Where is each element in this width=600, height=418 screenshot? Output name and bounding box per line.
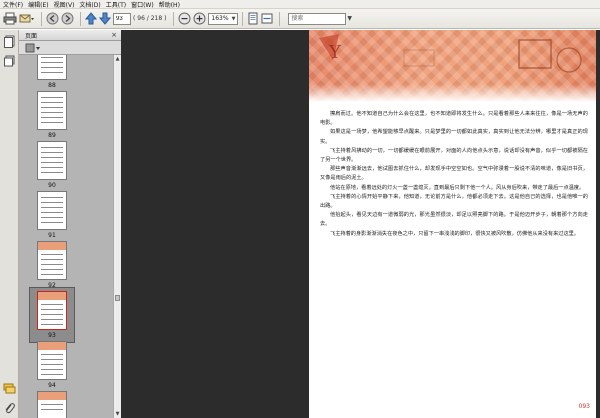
- next-page-button[interactable]: [99, 12, 111, 26]
- thumbnail-list: 88 89 90 91 92 93 94: [19, 55, 113, 418]
- search-options-chevron-icon[interactable]: ▼: [347, 15, 352, 22]
- comments-panel-button[interactable]: [3, 382, 16, 395]
- page-number-input[interactable]: [113, 12, 131, 25]
- email-button[interactable]: [19, 12, 35, 26]
- banner-fade: [309, 84, 596, 102]
- pdf-reader-window: 文件(F) 编辑(E) 视图(V) 文档(D) 工具(T) 窗口(W) 帮助(H…: [0, 0, 600, 418]
- thumbnail-image: [37, 341, 67, 380]
- pages-panel-toolbar: [19, 41, 121, 55]
- paragraph: 飞主持着风拂动的一切，一切都缓缓在眼前展开，对面的人向他点头示意，说话却没有声音…: [320, 147, 588, 164]
- thumbnail-label: 89: [48, 132, 56, 139]
- page-count-label: ( 96 / 218 ): [133, 15, 167, 22]
- paragraph: 他站在原地，看着远处的灯火一盏一盏熄灭，直到最后只剩下他一个人。风从身后吹来，带…: [330, 184, 585, 191]
- zoom-select[interactable]: 163% ▼: [208, 12, 239, 25]
- thumbnail-label: 88: [48, 82, 56, 89]
- pages-icon: [4, 35, 15, 48]
- toolbar-separator: [173, 11, 175, 26]
- zoom-out-button[interactable]: [178, 12, 191, 26]
- page-header-artwork: Y: [309, 30, 596, 102]
- toolbar-separator: [41, 11, 42, 26]
- arrow-up-icon: [85, 12, 97, 25]
- paperclip-icon: [5, 403, 15, 414]
- arrow-right-circle-icon: [61, 12, 74, 25]
- menu-bar: 文件(F) 编辑(E) 视图(V) 文档(D) 工具(T) 窗口(W) 帮助(H…: [0, 0, 600, 9]
- thumbnail-image: [37, 241, 67, 280]
- menu-document[interactable]: 文档(D): [79, 0, 100, 9]
- menu-edit[interactable]: 编辑(E): [28, 0, 48, 9]
- page-text-body: 擦肩而过。他不知道自己为什么会在这里，也不知道即将发生什么。只是看着那些人来来往…: [320, 110, 588, 239]
- thumbnail-label: 90: [48, 182, 56, 189]
- menu-view[interactable]: 视图(V): [54, 0, 75, 9]
- email-icon: [19, 14, 34, 23]
- attachments-panel-button[interactable]: [3, 402, 16, 415]
- thumbnail-label: 93: [48, 332, 56, 339]
- fit-page-button[interactable]: [247, 12, 259, 26]
- menu-window[interactable]: 窗口(W): [131, 0, 154, 9]
- print-button[interactable]: [3, 12, 17, 26]
- pages-panel: 页面 × 88 89 90 91 92 93 94 ▲ ▼: [19, 30, 121, 418]
- paragraph: 那些声音渐渐远去，他试图去抓住什么，却发现手中空空如也。空气中弥漫着一股说不清的…: [320, 166, 588, 182]
- scroll-down-icon[interactable]: ▼: [114, 410, 121, 418]
- toolbar-separator: [242, 11, 244, 26]
- search-input[interactable]: [288, 12, 347, 25]
- thumbnail-label: 91: [48, 232, 56, 239]
- zoom-in-button[interactable]: [193, 12, 206, 26]
- thumbnail-scrollbar[interactable]: ▲ ▼: [113, 55, 121, 418]
- thumbnail-image: [37, 391, 67, 418]
- toolbar-separator: [80, 11, 81, 26]
- toolbar: ( 96 / 218 ) 163% ▼: [0, 9, 600, 29]
- layers-panel-button[interactable]: [3, 54, 16, 67]
- previous-page-button[interactable]: [85, 12, 97, 26]
- back-button[interactable]: [46, 12, 59, 26]
- menu-help[interactable]: 帮助(H): [159, 0, 180, 9]
- paragraph: 他抬起头，看见天边有一道微弱的光，那光虽然很淡，却足以照亮脚下的路。于是他迈开步…: [320, 212, 588, 228]
- paragraph: 如果这是一场梦，他希望能够早点醒来。只是梦里的一切都如此真实，真实到让他无法分辨…: [320, 129, 588, 145]
- page-number: 093: [578, 403, 590, 410]
- layers-icon: [4, 55, 15, 67]
- zoom-out-icon: [178, 12, 191, 25]
- arrow-down-icon: [99, 12, 111, 25]
- chevron-down-icon: ▼: [231, 15, 236, 22]
- pages-panel-header: 页面 ×: [19, 30, 121, 41]
- zoom-value: 163%: [211, 15, 229, 22]
- forward-button[interactable]: [61, 12, 74, 26]
- svg-text:Y: Y: [328, 42, 342, 63]
- menu-file[interactable]: 文件(F): [3, 0, 23, 9]
- fit-width-button[interactable]: [261, 12, 273, 26]
- thumbnail-label: 94: [48, 382, 56, 389]
- printer-icon: [3, 12, 17, 25]
- thumbnail-image: [37, 291, 67, 330]
- thumbnail-image: [37, 91, 67, 130]
- zoom-in-icon: [193, 12, 206, 25]
- navigation-rail: [0, 30, 19, 418]
- scrollbar-thumb[interactable]: [115, 295, 120, 301]
- close-icon[interactable]: ×: [111, 31, 117, 39]
- arrow-left-circle-icon: [46, 12, 59, 25]
- pages-panel-button[interactable]: [3, 35, 16, 48]
- thumbnail-image: [37, 191, 67, 230]
- paragraph: 飞主持着的身影渐渐消失在夜色之中，只留下一串浅浅的脚印，很快又被风吹散，仿佛他从…: [330, 230, 580, 237]
- scroll-up-icon[interactable]: ▲: [114, 55, 121, 63]
- paragraph: 飞主持着的心情开始平静下来，他知道，无论前方是什么，他都必须走下去。这是他自己的…: [320, 193, 588, 210]
- fit-width-icon: [261, 13, 273, 24]
- thumbnail-image: [37, 141, 67, 180]
- document-view[interactable]: Y 擦肩而过。他不知道自己为什么会在这里，也不知道即将发生什么。只是看着那些人来…: [121, 30, 600, 418]
- thumbnail-image: [37, 55, 67, 80]
- menu-tools[interactable]: 工具(T): [106, 0, 126, 9]
- comments-icon: [3, 383, 16, 394]
- fit-page-icon: [248, 12, 258, 25]
- document-page: Y 擦肩而过。他不知道自己为什么会在这里，也不知道即将发生什么。只是看着那些人来…: [309, 30, 596, 418]
- options-icon[interactable]: [25, 43, 41, 53]
- toolbar-separator: [279, 11, 281, 26]
- paragraph: 擦肩而过。他不知道自己为什么会在这里，也不知道即将发生什么。只是看着那些人来来往…: [320, 111, 588, 127]
- pages-panel-title: 页面: [25, 32, 38, 40]
